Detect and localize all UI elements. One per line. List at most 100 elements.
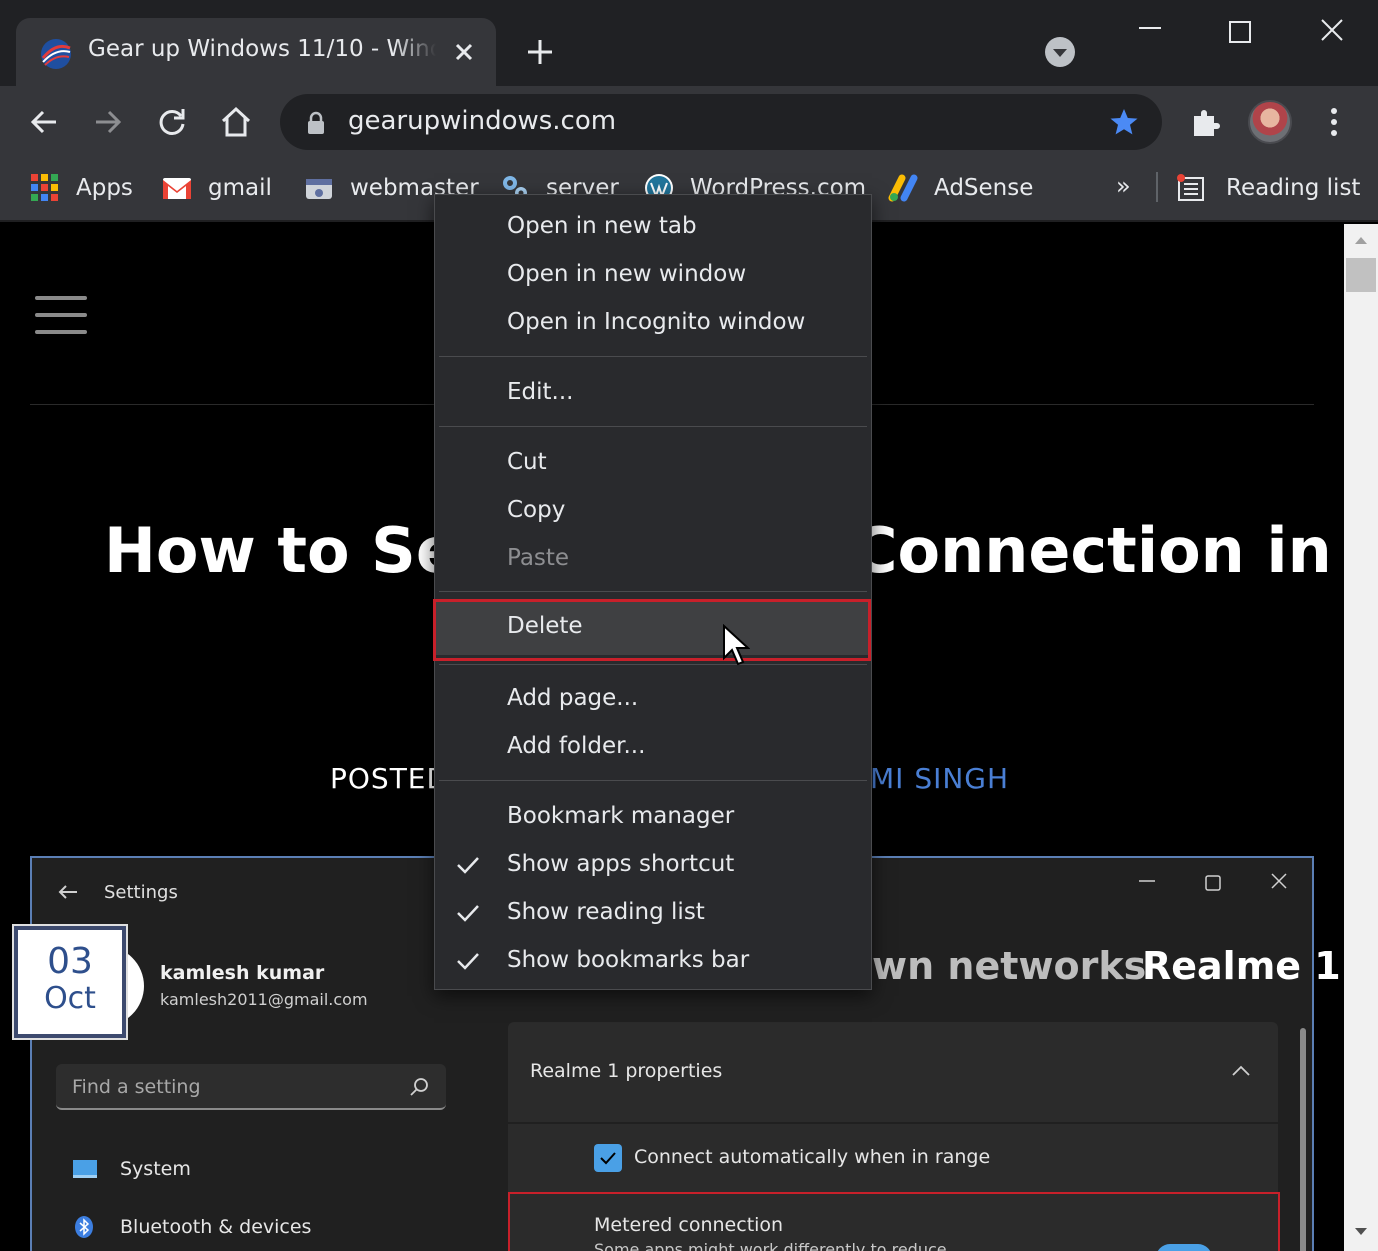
maximize-icon (1205, 875, 1221, 891)
menu-item-label: Cut (507, 449, 547, 475)
browser-tab[interactable]: Gear up Windows 11/10 - Windows (16, 18, 496, 86)
breadcrumb-chevron-icon: › (1102, 950, 1114, 983)
monitor-icon (73, 1160, 97, 1178)
user-name: kamlesh kumar (160, 962, 325, 984)
address-bar[interactable]: gearupwindows.com (280, 94, 1162, 150)
metered-toggle (1156, 1244, 1212, 1251)
menu-show-apps-shortcut[interactable]: Show apps shortcut (435, 841, 871, 889)
menu-copy[interactable]: Copy (435, 487, 871, 535)
scroll-down-arrow-icon[interactable] (1353, 1226, 1369, 1238)
menu-item-label: Add folder... (507, 733, 646, 759)
metered-connection-row: Metered connection Some apps might work … (508, 1192, 1280, 1251)
bookmark-gmail[interactable]: gmail (162, 168, 272, 208)
menu-edit[interactable]: Edit... (435, 369, 871, 417)
checkmark-icon (457, 905, 479, 922)
date-badge: 03 Oct (12, 924, 128, 1040)
metered-description: Some apps might work differently to redu… (594, 1240, 947, 1251)
menu-separator (439, 780, 867, 781)
bookmark-apps[interactable]: Apps (30, 168, 133, 208)
new-tab-icon[interactable] (522, 34, 558, 70)
scrollbar-thumb[interactable] (1346, 258, 1376, 292)
back-arrow-icon (58, 885, 77, 899)
menu-show-bookmarks-bar[interactable]: Show bookmarks bar (435, 937, 871, 985)
apps-grid-icon (31, 174, 58, 201)
reading-list-label: Reading list (1226, 175, 1361, 201)
hamburger-menu-icon[interactable] (35, 296, 87, 334)
menu-bookmark-manager[interactable]: Bookmark manager (435, 793, 871, 841)
bookmark-label: AdSense (934, 175, 1034, 201)
author-link[interactable]: MI SINGH (870, 762, 1009, 795)
sidebar-item-label: Bluetooth & devices (120, 1216, 312, 1238)
sidebar-item-bluetooth: Bluetooth & devices (72, 1216, 311, 1238)
tab-title: Gear up Windows 11/10 - Windows (88, 36, 436, 62)
checkmark-icon (457, 953, 479, 970)
minimize-icon (1139, 880, 1155, 882)
bookmarks-divider (1156, 172, 1158, 202)
bookmark-label: gmail (208, 175, 272, 201)
menu-item-label: Paste (507, 545, 570, 571)
menu-cut[interactable]: Cut (435, 439, 871, 487)
bookmark-star-icon[interactable] (1108, 106, 1140, 138)
window-close-icon[interactable] (1318, 16, 1346, 44)
menu-separator (439, 664, 867, 665)
date-month: Oct (44, 981, 96, 1016)
breadcrumb-current: Realme 1 (1142, 944, 1341, 988)
auto-connect-row: Connect automatically when in range (508, 1124, 1278, 1192)
sidebar-item-system: System (72, 1158, 191, 1180)
mouse-cursor-icon (723, 624, 750, 666)
extensions-puzzle-icon[interactable] (1188, 104, 1224, 140)
menu-separator (439, 591, 867, 592)
posted-label: POSTED (330, 762, 450, 795)
lock-icon[interactable] (306, 111, 326, 135)
checkbox-checked-icon (594, 1144, 622, 1172)
chevron-up-icon (1232, 1065, 1250, 1076)
menu-item-label: Open in Incognito window (507, 309, 806, 335)
forward-arrow-icon[interactable] (90, 104, 126, 140)
settings-scrollbar (1300, 1028, 1306, 1251)
tab-strip: Gear up Windows 11/10 - Windows (0, 0, 1378, 86)
checkmark-icon (457, 857, 479, 874)
reading-list-icon (1177, 174, 1204, 201)
minimize-icon[interactable] (1136, 14, 1164, 42)
back-arrow-icon[interactable] (26, 104, 62, 140)
menu-open-new-tab[interactable]: Open in new tab (435, 203, 871, 251)
browser-toolbar: gearupwindows.com (0, 86, 1378, 158)
maximize-icon[interactable] (1226, 18, 1254, 46)
profile-avatar[interactable] (1248, 100, 1292, 144)
user-email: kamlesh2011@gmail.com (160, 990, 368, 1009)
site-favicon-icon (41, 39, 71, 69)
more-bookmarks-chevron-icon[interactable]: » (1116, 172, 1131, 200)
date-day: 03 (47, 941, 93, 982)
find-setting-placeholder: Find a setting (72, 1076, 201, 1098)
article-title-right: Connection in (852, 514, 1332, 587)
menu-show-reading-list[interactable]: Show reading list (435, 889, 871, 937)
properties-card: Realme 1 properties (508, 1022, 1278, 1122)
menu-open-new-window[interactable]: Open in new window (435, 251, 871, 299)
more-menu-icon[interactable] (1318, 104, 1350, 140)
menu-add-page[interactable]: Add page... (435, 675, 871, 723)
close-tab-icon[interactable] (450, 38, 478, 66)
properties-title: Realme 1 properties (530, 1060, 723, 1082)
menu-paste: Paste (435, 535, 871, 583)
menu-item-label: Show bookmarks bar (507, 947, 750, 973)
bookmark-label: Apps (76, 175, 133, 201)
menu-add-folder[interactable]: Add folder... (435, 723, 871, 771)
reload-icon[interactable] (154, 104, 190, 140)
url-text: gearupwindows.com (348, 106, 617, 136)
menu-item-label: Open in new tab (507, 213, 697, 239)
metered-label: Metered connection (594, 1214, 784, 1236)
tab-search-icon[interactable] (1044, 36, 1076, 68)
auto-connect-label: Connect automatically when in range (634, 1146, 991, 1168)
page-scrollbar[interactable] (1344, 224, 1378, 1251)
menu-open-incognito[interactable]: Open in Incognito window (435, 299, 871, 347)
reading-list-button[interactable]: Reading list (1176, 168, 1360, 208)
menu-item-label: Bookmark manager (507, 803, 735, 829)
find-setting-input: Find a setting (56, 1064, 446, 1110)
menu-item-label: Add page... (507, 685, 639, 711)
bookmark-adsense[interactable]: AdSense (888, 168, 1033, 208)
close-icon (1271, 873, 1287, 889)
menu-item-label: Show apps shortcut (507, 851, 735, 877)
scroll-up-arrow-icon[interactable] (1353, 234, 1369, 246)
bookmark-context-menu: Open in new tab Open in new window Open … (433, 194, 872, 990)
home-icon[interactable] (218, 104, 254, 140)
